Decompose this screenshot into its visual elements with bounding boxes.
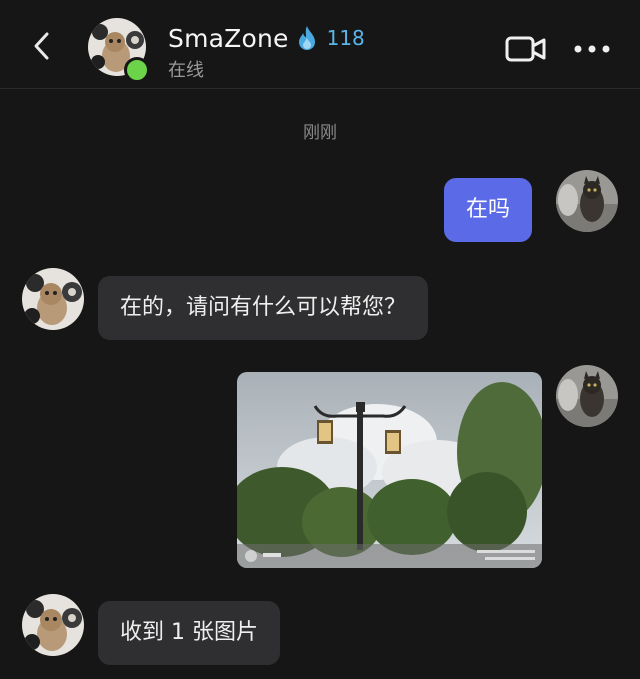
title-row: SmaZone 118 [168, 22, 365, 54]
more-dots-icon [574, 45, 610, 53]
message-image[interactable] [237, 372, 542, 568]
more-options-button[interactable] [572, 36, 612, 62]
video-call-button[interactable] [504, 32, 548, 66]
online-status-text: 在线 [168, 60, 204, 81]
online-status-dot [124, 57, 150, 83]
chevron-left-icon [34, 32, 49, 60]
flame-icon [298, 26, 315, 50]
streak-count: 118 [326, 26, 365, 50]
back-button[interactable] [22, 26, 62, 66]
video-call-icon [505, 36, 546, 62]
message-bubble-incoming[interactable]: 收到 1 张图片 [98, 601, 280, 665]
contact-message-avatar[interactable] [22, 594, 84, 656]
message-timestamp: 刚刚 [303, 123, 337, 143]
contact-message-avatar[interactable] [22, 268, 84, 330]
my-avatar[interactable] [556, 365, 618, 427]
my-avatar[interactable] [556, 170, 618, 232]
message-bubble-incoming[interactable]: 在的，请问有什么可以帮您？ [98, 276, 429, 340]
message-bubble-outgoing[interactable]: 在吗 [444, 178, 533, 242]
contact-name[interactable]: SmaZone [168, 24, 289, 53]
chat-header: SmaZone 118 在线 [0, 0, 640, 89]
